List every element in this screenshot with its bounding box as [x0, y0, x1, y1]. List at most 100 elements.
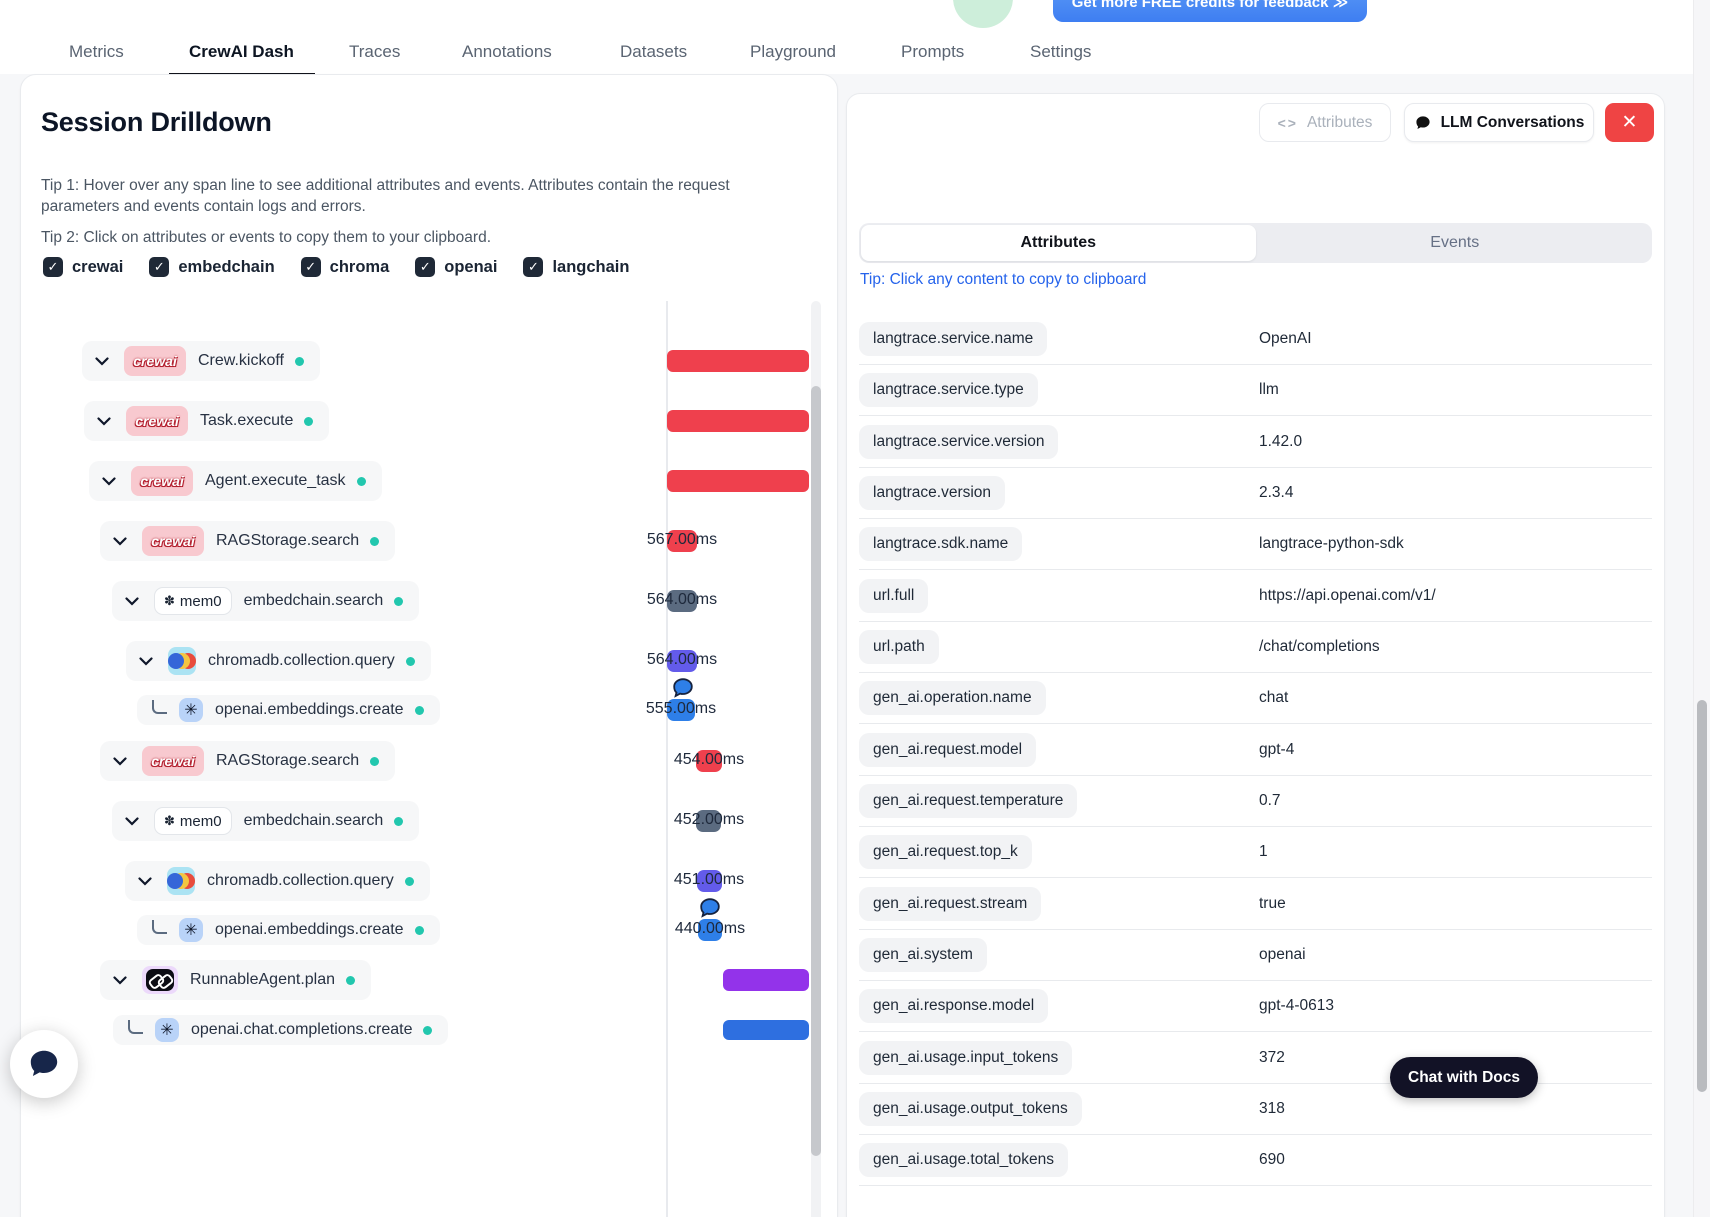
attribute-row: langtrace.version 2.3.4 — [859, 467, 1652, 519]
attribute-value[interactable]: openai — [1259, 946, 1306, 964]
checkbox-checked-icon[interactable] — [300, 257, 321, 277]
attribute-value[interactable]: 690 — [1259, 1151, 1285, 1169]
attribute-value[interactable]: https://api.openai.com/v1/ — [1259, 587, 1436, 605]
attribute-key[interactable]: gen_ai.request.top_k — [859, 834, 1032, 869]
chat-with-docs-button[interactable]: Chat with Docs — [1390, 1057, 1538, 1098]
span-row-chromadb-query-2[interactable]: chromadb.collection.query — [125, 861, 430, 901]
attribute-value[interactable]: 1.42.0 — [1259, 433, 1302, 451]
attribute-value[interactable]: 318 — [1259, 1100, 1285, 1118]
span-name: Agent.execute_task — [205, 472, 346, 489]
chevron-down-icon[interactable] — [138, 876, 152, 886]
filter-openai[interactable]: openai — [415, 257, 497, 277]
chevron-down-icon[interactable] — [125, 596, 139, 606]
attribute-value[interactable]: 0.7 — [1259, 792, 1281, 810]
span-row-ragstorage-search[interactable]: crewai RAGStorage.search — [100, 521, 396, 561]
scrollbar-thumb[interactable] — [811, 386, 821, 1156]
span-duration-bar[interactable] — [667, 470, 809, 492]
chevron-down-icon[interactable] — [97, 416, 111, 426]
span-duration-bar[interactable] — [667, 410, 809, 432]
page-scrollbar[interactable] — [1693, 0, 1710, 1217]
span-row-ragstorage-search-2[interactable]: crewai RAGStorage.search — [100, 741, 396, 781]
tab-metrics[interactable]: Metrics — [69, 42, 124, 62]
tab-settings[interactable]: Settings — [1030, 42, 1091, 62]
filter-embedchain[interactable]: embedchain — [149, 257, 275, 277]
attribute-key[interactable]: gen_ai.usage.output_tokens — [859, 1091, 1082, 1126]
attribute-value[interactable]: llm — [1259, 381, 1279, 399]
tab-attributes[interactable]: Attributes — [861, 225, 1256, 261]
scrollbar-thumb[interactable] — [1697, 700, 1707, 1092]
attribute-key[interactable]: langtrace.service.type — [859, 372, 1038, 407]
attribute-key[interactable]: gen_ai.response.model — [859, 988, 1049, 1023]
attribute-key[interactable]: url.full — [859, 578, 929, 613]
filter-langchain[interactable]: langchain — [523, 257, 629, 277]
llm-conversation-icon[interactable] — [671, 676, 695, 700]
llm-conversations-button[interactable]: LLM Conversations — [1404, 103, 1594, 142]
checkbox-checked-icon[interactable] — [415, 257, 436, 277]
span-row-openai-embeddings[interactable]: openai.embeddings.create — [137, 695, 440, 725]
span-row-runnableagent-plan[interactable]: RunnableAgent.plan — [100, 960, 372, 1000]
tab-datasets[interactable]: Datasets — [620, 42, 687, 62]
tab-events[interactable]: Events — [1258, 223, 1653, 263]
attribute-key[interactable]: gen_ai.system — [859, 937, 987, 972]
attribute-value[interactable]: chat — [1259, 689, 1288, 707]
attribute-key[interactable]: gen_ai.request.model — [859, 732, 1037, 767]
span-row-agent-execute-task[interactable]: crewai Agent.execute_task — [89, 461, 382, 501]
span-duration-label: 564.00ms — [646, 591, 718, 608]
tab-playground[interactable]: Playground — [750, 42, 836, 62]
tab-crewai-dash[interactable]: CrewAI Dash — [169, 42, 315, 76]
chevron-down-icon[interactable] — [113, 975, 127, 985]
attribute-key[interactable]: langtrace.service.name — [859, 321, 1048, 356]
top-navigation-bar: Get more FREE credits for feedback ≫ Met… — [0, 0, 1710, 76]
checkbox-checked-icon[interactable] — [43, 257, 63, 277]
span-row-chromadb-query[interactable]: chromadb.collection.query — [126, 641, 431, 681]
panel-scrollbar[interactable] — [811, 301, 821, 1217]
avatar[interactable] — [953, 0, 1013, 28]
llm-conversation-icon[interactable] — [698, 896, 722, 920]
chevron-down-icon[interactable] — [102, 476, 116, 486]
tab-prompts[interactable]: Prompts — [901, 42, 964, 62]
chat-launcher[interactable] — [10, 1030, 78, 1098]
attribute-key[interactable]: langtrace.version — [859, 475, 1006, 510]
attribute-value[interactable]: OpenAI — [1259, 330, 1312, 348]
span-row-openai-embeddings-2[interactable]: openai.embeddings.create — [137, 915, 440, 945]
chevron-down-icon[interactable] — [113, 536, 127, 546]
chevron-down-icon[interactable] — [113, 756, 127, 766]
span-row-crew-kickoff[interactable]: crewai Crew.kickoff — [82, 341, 320, 381]
attribute-value[interactable]: gpt-4-0613 — [1259, 997, 1334, 1015]
attribute-key[interactable]: gen_ai.request.stream — [859, 886, 1042, 921]
attribute-key[interactable]: langtrace.sdk.name — [859, 526, 1023, 561]
attribute-value[interactable]: /chat/completions — [1259, 638, 1380, 656]
attribute-key[interactable]: gen_ai.request.temperature — [859, 783, 1078, 818]
chevron-down-icon[interactable] — [95, 356, 109, 366]
attribute-key[interactable]: gen_ai.usage.input_tokens — [859, 1040, 1073, 1075]
attribute-value[interactable]: langtrace-python-sdk — [1259, 535, 1404, 553]
filter-crewai[interactable]: crewai — [43, 257, 123, 277]
tab-traces[interactable]: Traces — [349, 42, 400, 62]
span-duration-bar[interactable] — [667, 350, 809, 372]
attribute-value[interactable]: gpt-4 — [1259, 741, 1294, 759]
span-row-openai-chat-completions[interactable]: openai.chat.completions.create — [113, 1015, 449, 1045]
attribute-value[interactable]: 1 — [1259, 843, 1268, 861]
timeline-axis — [666, 301, 668, 1217]
chevron-down-icon[interactable] — [139, 656, 153, 666]
chevron-down-icon[interactable] — [125, 816, 139, 826]
attribute-key[interactable]: url.path — [859, 629, 939, 664]
attributes-view-button[interactable]: <> Attributes — [1259, 103, 1391, 142]
checkbox-checked-icon[interactable] — [149, 257, 170, 277]
span-row-task-execute[interactable]: crewai Task.execute — [84, 401, 330, 441]
attribute-key[interactable]: langtrace.service.version — [859, 424, 1059, 459]
get-credits-button[interactable]: Get more FREE credits for feedback ≫ — [1053, 0, 1367, 22]
tab-annotations[interactable]: Annotations — [462, 42, 552, 62]
checkbox-checked-icon[interactable] — [523, 257, 544, 277]
span-duration-bar[interactable] — [723, 969, 809, 991]
attribute-value[interactable]: 2.3.4 — [1259, 484, 1293, 502]
span-row-embedchain-search[interactable]: mem0 embedchain.search — [112, 581, 420, 621]
filter-chroma[interactable]: chroma — [300, 257, 389, 277]
span-duration-bar[interactable] — [723, 1020, 809, 1040]
attribute-key[interactable]: gen_ai.usage.total_tokens — [859, 1142, 1068, 1177]
attribute-key[interactable]: gen_ai.operation.name — [859, 680, 1046, 715]
close-button[interactable]: ✕ — [1605, 103, 1654, 142]
attribute-value[interactable]: true — [1259, 895, 1286, 913]
attribute-value[interactable]: 372 — [1259, 1049, 1285, 1067]
span-row-embedchain-search-2[interactable]: mem0 embedchain.search — [112, 801, 420, 841]
